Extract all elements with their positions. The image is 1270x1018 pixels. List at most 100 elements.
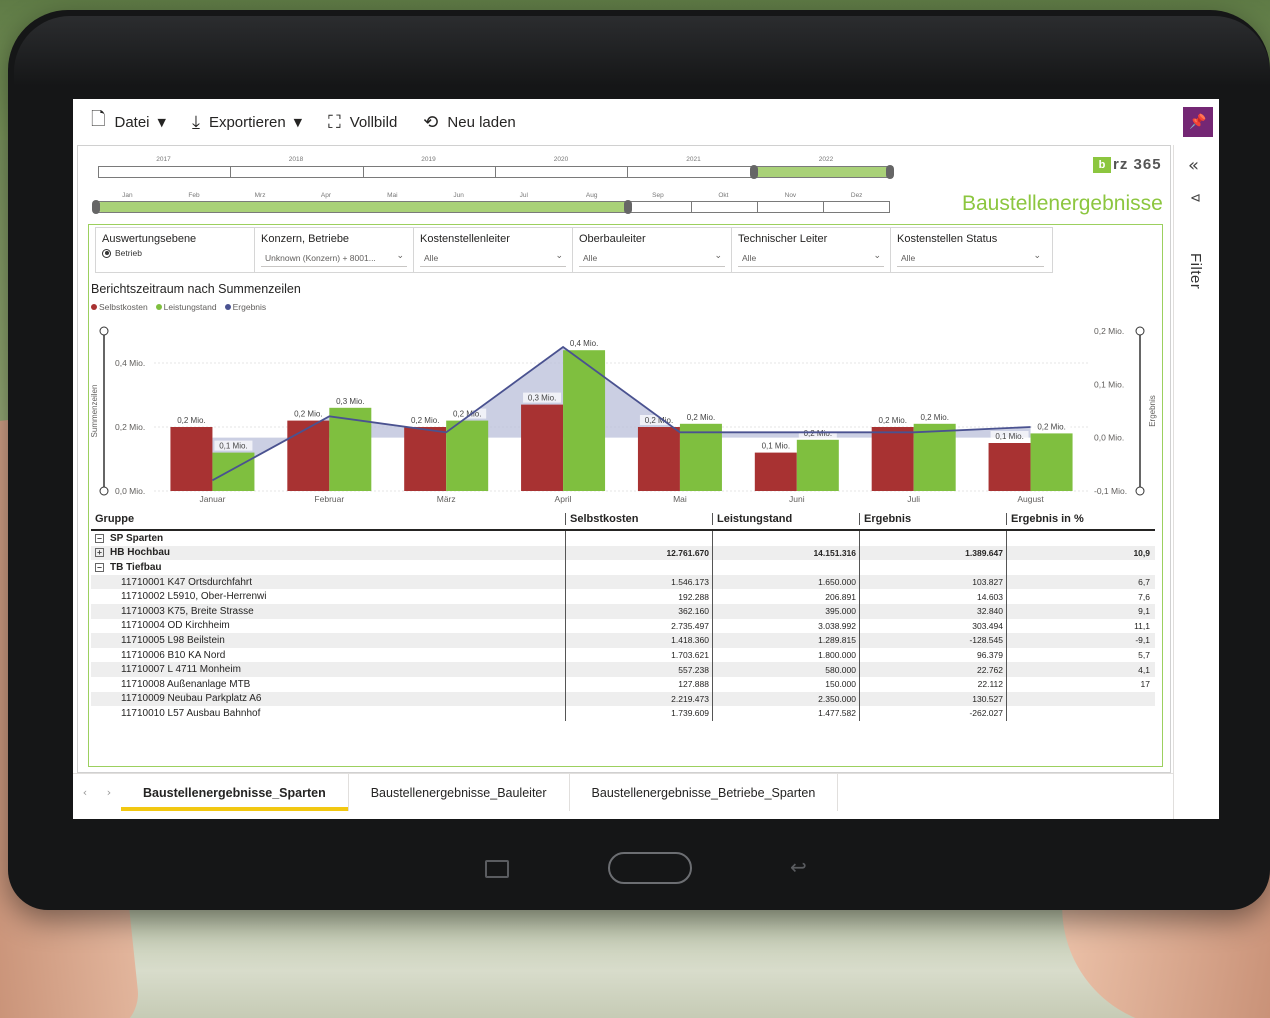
legend-swatch <box>224 304 231 310</box>
table-row[interactable]: 11710004 OD Kirchheim 2.735.497 3.038.992 3… <box>91 618 1155 634</box>
column-header[interactable]: Gruppe <box>91 513 565 525</box>
chart-title: Berichtszeitraum nach Summenzeilen <box>91 282 301 296</box>
slicer-value: Alle <box>901 253 916 263</box>
table-cell: 127.888 <box>565 676 712 692</box>
filter-label[interactable]: Filter <box>1187 253 1204 289</box>
table-row[interactable]: 11710007 L 4711 Monheim 557.238 580.000 22.… <box>91 662 1155 677</box>
table-cell: 1.289.815 <box>712 633 859 648</box>
table-cell <box>565 560 712 575</box>
column-header[interactable]: Ergebnis <box>859 513 1006 525</box>
row-label: 11710003 K75, Breite Strasse <box>91 606 565 617</box>
table-row[interactable]: 11710010 L57 Ausbau Bahnhof 1.739.609 1.47… <box>91 706 1155 721</box>
table-row[interactable]: 11710003 K75, Breite Strasse 362.160 395.0… <box>91 603 1155 619</box>
data-label: 0,4 Mio. <box>570 339 598 348</box>
row-label: 11710001 K47 Ortsdurchfahrt <box>91 577 565 588</box>
table-row[interactable]: 11710001 K47 Ortsdurchfahrt 1.546.173 1.65… <box>91 574 1155 590</box>
row-label-text: 11710009 Neubau Parkplatz A6 <box>121 693 262 705</box>
slicer-dropdown[interactable]: Alle ⌄ <box>420 250 566 267</box>
month-cell[interactable] <box>824 202 889 212</box>
timeline-month-label: Sep <box>652 192 664 199</box>
table-row[interactable]: 11710002 L5910, Ober-Herrenwi 192.288 206.… <box>91 589 1155 604</box>
table-cell: 1.703.621 <box>565 647 712 663</box>
page-tab[interactable]: Baustellenergebnisse_Betriebe_Sparten <box>570 774 839 811</box>
slicer-technischer-leiter[interactable]: Technischer Leiter Alle ⌄ <box>732 228 891 272</box>
export-menu-button[interactable]: ⤓ Exportieren ▼ <box>192 112 302 133</box>
prev-page-icon[interactable]: ‹ <box>83 786 87 799</box>
page-tab[interactable]: Baustellenergebnisse_Bauleiter <box>349 774 570 811</box>
data-label: 0,2 Mio. <box>1037 422 1065 431</box>
year-cell[interactable] <box>99 167 232 177</box>
slicer-kostenstellenleiter[interactable]: Kostenstellenleiter Alle ⌄ <box>414 228 573 272</box>
table-row[interactable]: 11710008 Außenanlage MTB 127.888 150.000 22… <box>91 676 1155 692</box>
collapse-icon[interactable]: − <box>95 533 104 543</box>
collapse-icon[interactable]: « <box>1188 155 1199 176</box>
column-header[interactable]: Leistungstand <box>712 513 859 525</box>
bezel-highlight <box>14 16 1270 86</box>
collapse-icon[interactable]: − <box>95 562 104 572</box>
radio-betrieb[interactable]: Betrieb <box>102 248 248 258</box>
slicer-dropdown[interactable]: Unknown (Konzern) + 8001... ⌄ <box>261 250 407 267</box>
expand-icon[interactable]: + <box>95 548 104 558</box>
brz365-logo: b rz 365 <box>1093 156 1162 173</box>
row-label: 11710002 L5910, Ober-Herrenwi <box>91 591 565 602</box>
table-row[interactable]: + HB Hochbau 12.761.670 14.151.316 1.389.647… <box>91 545 1155 561</box>
table-cell: 17 <box>1006 676 1153 692</box>
table-cell: 557.238 <box>565 662 712 677</box>
timeline-handle-right[interactable] <box>886 165 894 179</box>
timeline-month-handle-right[interactable] <box>624 200 632 214</box>
timeline-month-selection[interactable] <box>96 202 626 212</box>
table-cell: 395.000 <box>712 603 859 619</box>
reload-label: Neu laden <box>447 113 516 131</box>
month-cell[interactable] <box>758 202 824 212</box>
slicer-dropdown[interactable]: Alle ⌄ <box>579 250 725 267</box>
file-menu-button[interactable]: 🗋 Datei ▼ <box>91 107 166 137</box>
bar-selbstkosten <box>754 452 797 491</box>
pin-button[interactable]: 📌 <box>1183 107 1213 137</box>
table-row[interactable]: 11710005 L98 Beilstein 1.418.360 1.289.815… <box>91 633 1155 648</box>
page-tab[interactable]: Baustellenergebnisse_Sparten <box>121 774 349 811</box>
slicer-kostenstellen-status[interactable]: Kostenstellen Status Alle ⌄ <box>891 228 1050 272</box>
column-header[interactable]: Ergebnis in % <box>1006 513 1153 525</box>
recent-apps-icon[interactable] <box>485 860 509 878</box>
column-header[interactable]: Selbstkosten <box>565 513 712 525</box>
year-cell[interactable] <box>496 167 629 177</box>
y2-tick-label: 0,2 Mio. <box>1094 326 1124 336</box>
slicer-dropdown[interactable]: Alle ⌄ <box>738 250 884 267</box>
next-page-icon[interactable]: › <box>107 786 111 799</box>
slicer-auswertungsebene[interactable]: Auswertungsebene Betrieb <box>96 228 255 272</box>
slicer-dropdown[interactable]: Alle ⌄ <box>897 250 1044 267</box>
table-cell: 1.477.582 <box>712 706 859 721</box>
table-row[interactable]: 11710009 Neubau Parkplatz A6 2.219.473 2.3… <box>91 691 1155 707</box>
year-cell[interactable] <box>628 167 761 177</box>
slicer-title: Auswertungsebene <box>102 233 197 245</box>
back-icon[interactable]: ↩ <box>790 855 807 879</box>
timeline-year-selection[interactable] <box>754 167 891 177</box>
timeline-month-label: Feb <box>188 192 200 199</box>
caret-down-icon: ▼ <box>157 115 166 129</box>
y2-tick-label: -0,1 Mio. <box>1094 486 1127 496</box>
y-tick-label: 0,2 Mio. <box>115 422 145 432</box>
table-row[interactable]: 11710006 B10 KA Nord 1.703.621 1.800.000 96… <box>91 647 1155 663</box>
slicer-konzern-betriebe[interactable]: Konzern, Betriebe Unknown (Konzern) + 80… <box>255 228 414 272</box>
timeline-month-handle-left[interactable] <box>92 200 100 214</box>
timeline-handle-left[interactable] <box>750 165 758 179</box>
y-tick-label: 0,4 Mio. <box>115 358 145 368</box>
row-label: 11710008 Außenanlage MTB <box>91 679 565 690</box>
table-cell <box>1006 560 1153 575</box>
fullscreen-button[interactable]: ⛶ Vollbild <box>328 112 397 133</box>
table-cell: 14.151.316 <box>712 545 859 561</box>
slicer-oberbauleiter[interactable]: Oberbauleiter Alle ⌄ <box>573 228 732 272</box>
row-label-text: 11710003 K75, Breite Strasse <box>121 605 254 617</box>
y2-axis-title: Ergebnis <box>1148 395 1157 427</box>
combo-chart[interactable]: 0,0 Mio. 0,2 Mio. 0,4 Mio. -0,1 Mio. 0,0 Mio… <box>89 311 1159 507</box>
year-cell[interactable] <box>231 167 364 177</box>
table-cell: 1.650.000 <box>712 574 859 590</box>
home-button[interactable] <box>608 852 692 884</box>
x-tick-label: März <box>437 494 456 504</box>
month-cell[interactable] <box>692 202 758 212</box>
reload-button[interactable]: ⟲ Neu laden <box>423 112 515 133</box>
month-cell[interactable] <box>625 202 692 212</box>
table-row[interactable]: − TB Tiefbau <box>91 560 1155 575</box>
table-row[interactable]: − SP Sparten <box>91 531 1155 546</box>
year-cell[interactable] <box>364 167 496 177</box>
